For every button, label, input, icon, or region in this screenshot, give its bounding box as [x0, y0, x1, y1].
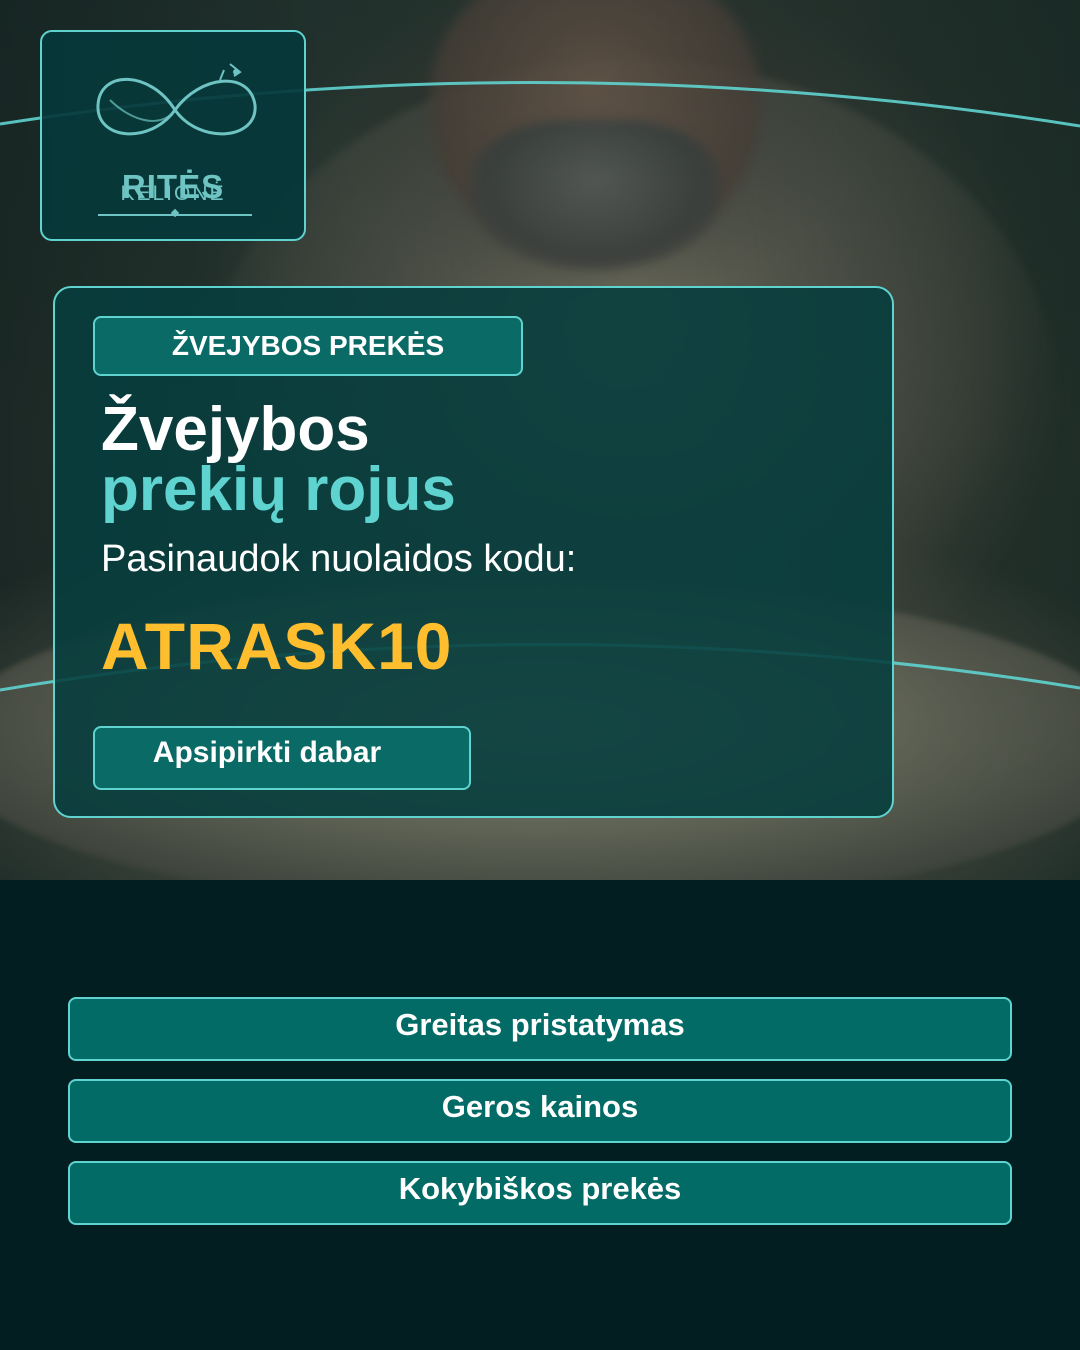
- infinity-fishing-line-icon: [96, 63, 257, 136]
- brand-subname: KELIONĖ: [120, 182, 226, 205]
- discount-code-label: Pasinaudok nuolaidos kodu:: [101, 538, 577, 580]
- promo-card: ŽVEJYBOS PREKĖS Žvejybos prekių rojus Pa…: [53, 286, 894, 818]
- feature-quality-products[interactable]: Kokybiškos prekės: [68, 1161, 1012, 1225]
- headline-line-2: prekių rojus: [101, 455, 456, 524]
- brand-logo[interactable]: RITĖS KELIONĖ: [40, 30, 306, 241]
- discount-code[interactable]: ATRASK10: [101, 608, 453, 684]
- feature-list: Greitas pristatymas Geros kainos Kokybiš…: [68, 997, 1012, 1243]
- feature-fast-delivery[interactable]: Greitas pristatymas: [68, 997, 1012, 1061]
- shop-now-button[interactable]: Apsipirkti dabar: [93, 726, 471, 790]
- feature-good-prices[interactable]: Geros kainos: [68, 1079, 1012, 1143]
- category-tag: ŽVEJYBOS PREKĖS: [93, 316, 523, 376]
